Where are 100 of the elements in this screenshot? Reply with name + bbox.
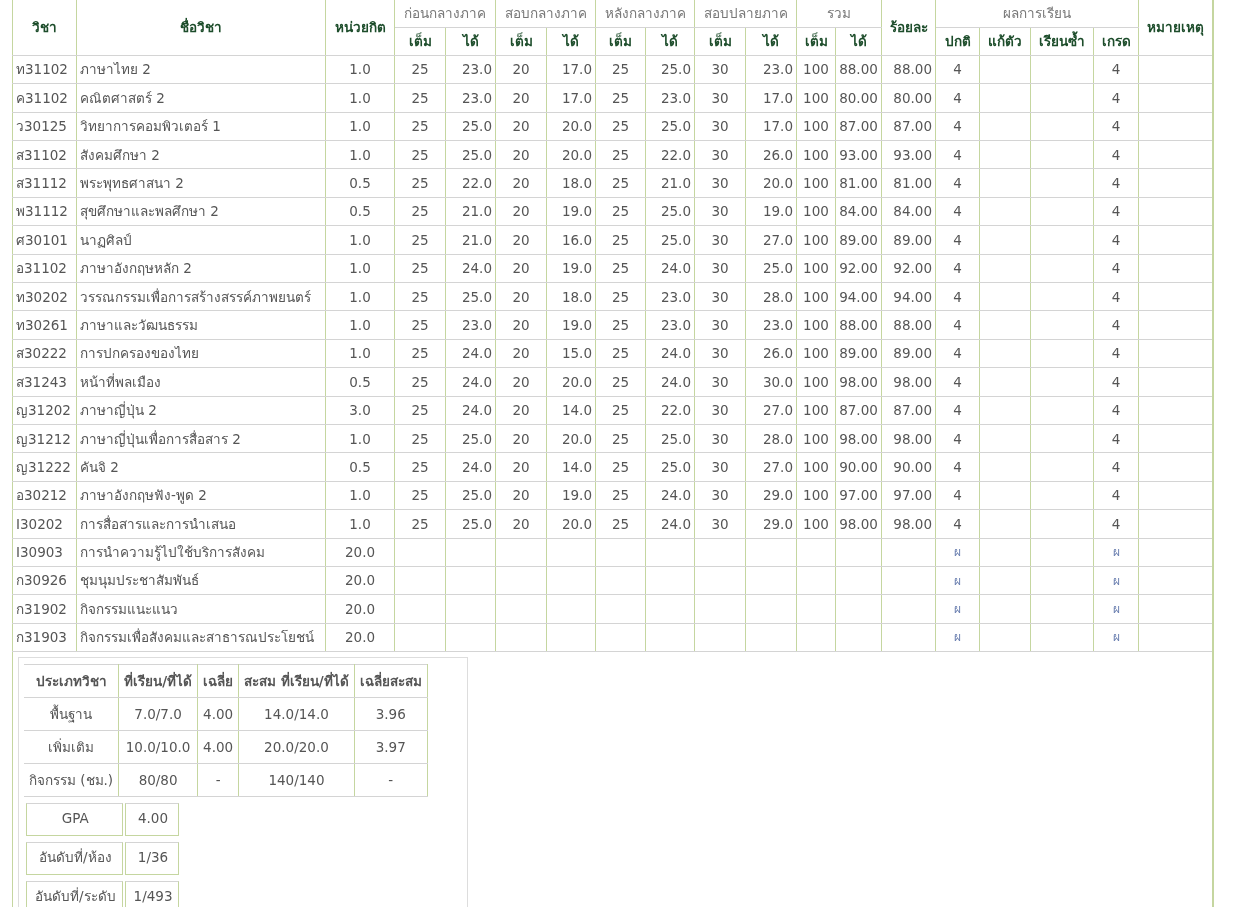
- table-cell: 25: [595, 339, 646, 368]
- table-cell: ท30202: [12, 282, 77, 311]
- table-cell: 4: [935, 168, 980, 198]
- column-header: รวม: [796, 0, 882, 27]
- table-cell: 4.00: [197, 730, 239, 764]
- table-cell: 1.0: [325, 310, 395, 340]
- table-cell: 4: [1093, 225, 1139, 255]
- table-cell: 25: [394, 197, 446, 226]
- table-cell: 20: [495, 452, 547, 482]
- table-cell: 20.0/20.0: [238, 730, 355, 764]
- table-cell: 88.00: [881, 55, 936, 84]
- table-cell: 81.00: [835, 168, 882, 198]
- table-cell: 25: [595, 225, 646, 255]
- table-cell: สุขศึกษาและพลศึกษา 2: [76, 197, 326, 226]
- table-cell: 24.0: [645, 481, 695, 510]
- table-cell: 22.0: [645, 396, 695, 425]
- column-header: เต็ม: [595, 27, 646, 56]
- table-cell: 4: [935, 452, 980, 482]
- table-cell: คันจิ 2: [76, 452, 326, 482]
- table-cell: กิจกรรม (ชม.): [24, 763, 119, 797]
- table-cell: 25: [394, 424, 446, 453]
- table-cell: 30: [694, 424, 746, 453]
- table-cell: 20.0: [325, 566, 395, 595]
- table-cell: 27.0: [745, 396, 797, 425]
- table-cell: 4: [1093, 168, 1139, 198]
- table-cell: 98.00: [881, 509, 936, 539]
- table-cell: 25: [394, 83, 446, 113]
- table-cell: 88.00: [881, 310, 936, 340]
- table-cell: 4: [935, 396, 980, 425]
- table-cell: 23.0: [445, 55, 496, 84]
- table-cell: 25: [595, 367, 646, 397]
- table-cell: 30: [694, 509, 746, 539]
- table-cell: สังคมศึกษา 2: [76, 140, 326, 169]
- table-cell: 100: [796, 225, 836, 255]
- table-cell: 92.00: [881, 254, 936, 283]
- table-cell: 20: [495, 396, 547, 425]
- table-cell: 97.00: [835, 481, 882, 510]
- table-cell: 30: [694, 55, 746, 84]
- table-cell: พระพุทธศาสนา 2: [76, 168, 326, 198]
- table-cell: 4: [1093, 481, 1139, 510]
- column-header: ปกติ: [935, 27, 980, 56]
- table-cell: 25.0: [645, 225, 695, 255]
- table-cell: 25: [394, 452, 446, 482]
- table-cell: การสื่อสารและการนำเสนอ: [76, 509, 326, 539]
- table-cell: 3.97: [354, 730, 428, 764]
- table-cell: 98.00: [881, 424, 936, 453]
- table-cell: 100: [796, 140, 836, 169]
- column-header: ก่อนกลางภาค: [394, 0, 496, 27]
- table-cell: การนำความรู้ไปใช้บริการสังคม: [76, 538, 326, 567]
- table-cell: 94.00: [835, 282, 882, 311]
- table-cell: 87.00: [835, 396, 882, 425]
- table-cell: 4: [935, 310, 980, 340]
- table-cell: ส31112: [12, 168, 77, 198]
- table-cell: 93.00: [881, 140, 936, 169]
- table-cell: 90.00: [835, 452, 882, 482]
- table-cell: 4: [1093, 396, 1139, 425]
- table-cell: 30: [694, 396, 746, 425]
- table-cell: 25: [394, 509, 446, 539]
- table-cell: ชุมนุมประชาสัมพันธ์: [76, 566, 326, 595]
- table-cell: ศ30101: [12, 225, 77, 255]
- table-cell: 80.00: [881, 83, 936, 113]
- table-cell: 25: [595, 509, 646, 539]
- table-cell: 4: [1093, 367, 1139, 397]
- table-cell: 4: [1093, 310, 1139, 340]
- table-cell: 1.0: [325, 254, 395, 283]
- table-cell: 1.0: [325, 509, 395, 539]
- table-cell: 1/36: [124, 842, 180, 876]
- column-header: สอบกลางภาค: [495, 0, 596, 27]
- table-cell: 20: [495, 197, 547, 226]
- table-cell: 30: [694, 168, 746, 198]
- table-cell: 20: [495, 339, 547, 368]
- column-header: แก้ตัว: [979, 27, 1031, 56]
- table-cell: ก30926: [12, 566, 77, 595]
- table-cell: 16.0: [546, 225, 596, 255]
- table-cell: 25.0: [645, 55, 695, 84]
- table-cell: 20.0: [325, 538, 395, 567]
- table-cell: 20: [495, 140, 547, 169]
- table-cell: 4: [935, 481, 980, 510]
- table-cell: 25: [394, 396, 446, 425]
- table-cell: อ31102: [12, 254, 77, 283]
- table-cell: 20: [495, 424, 547, 453]
- table-cell: 4: [935, 424, 980, 453]
- column-header: ได้: [745, 27, 797, 56]
- table-cell: 0.5: [325, 452, 395, 482]
- table-cell: 4.00: [124, 803, 180, 837]
- table-cell: 80.00: [835, 83, 882, 113]
- table-cell: 30: [694, 197, 746, 226]
- table-cell: ญ31222: [12, 452, 77, 482]
- table-cell: นาฏศิลป์: [76, 225, 326, 255]
- table-cell: 24.0: [445, 452, 496, 482]
- table-cell: ก31903: [12, 623, 77, 652]
- table-cell: -: [197, 763, 239, 797]
- column-header: ได้: [445, 27, 496, 56]
- table-cell: 25: [595, 112, 646, 141]
- table-cell: 100: [796, 396, 836, 425]
- table-cell: 97.00: [881, 481, 936, 510]
- table-cell: 4: [935, 339, 980, 368]
- table-cell: 4: [1093, 254, 1139, 283]
- table-cell: 100: [796, 367, 836, 397]
- table-cell: 23.0: [445, 83, 496, 113]
